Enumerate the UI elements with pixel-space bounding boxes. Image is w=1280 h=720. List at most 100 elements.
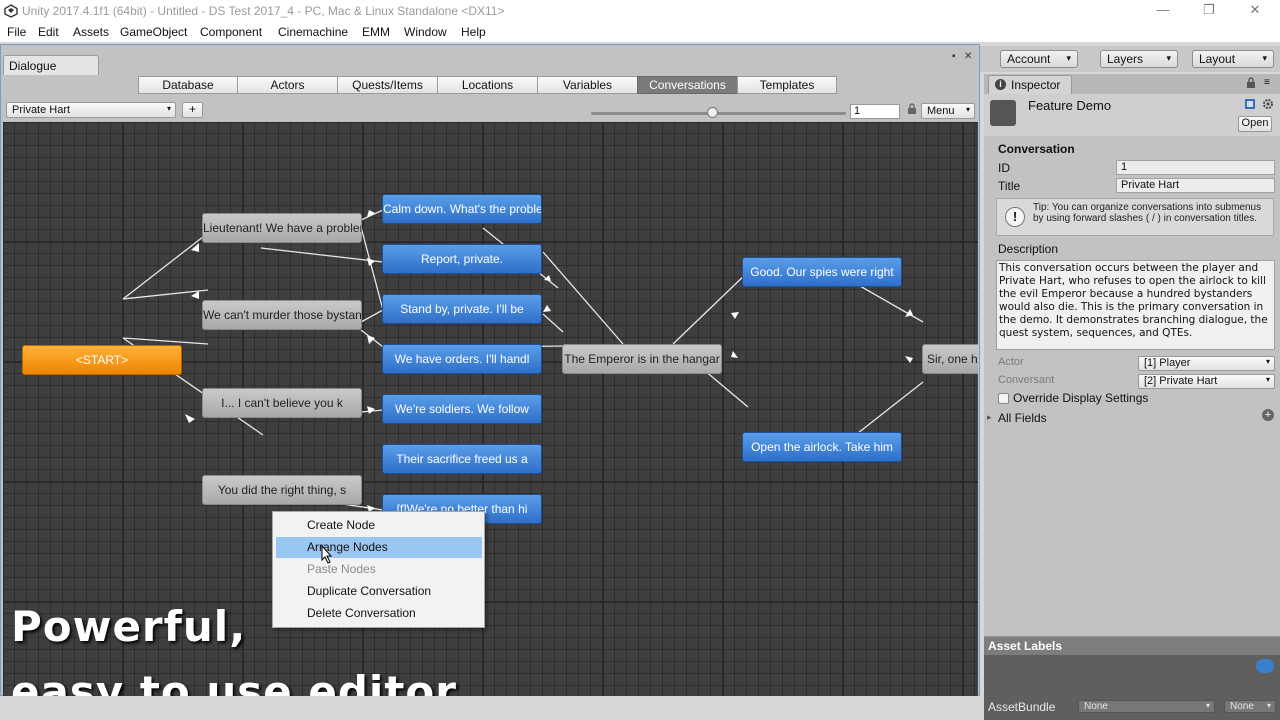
actor-dropdown[interactable]: [1] Player ▾ xyxy=(1138,356,1275,371)
tab-locations[interactable]: Locations xyxy=(437,76,538,94)
tip-text: Tip: You can organize conversations into… xyxy=(1033,202,1262,224)
response-node[interactable]: We're soldiers. We follow xyxy=(382,394,542,424)
zoom-slider-thumb[interactable] xyxy=(707,107,718,118)
start-node[interactable]: <START> xyxy=(22,345,182,375)
title-field[interactable]: Private Hart xyxy=(1116,178,1275,193)
account-label: Account xyxy=(1007,52,1051,66)
actor-value: [1] Player xyxy=(1144,357,1191,369)
tab-quests-items[interactable]: Quests/Items xyxy=(337,76,438,94)
layers-label: Layers xyxy=(1107,52,1144,66)
conversant-dropdown[interactable]: [2] Private Hart ▾ xyxy=(1138,374,1275,389)
add-conversation-button[interactable]: + xyxy=(182,102,203,118)
tab-database[interactable]: Database xyxy=(138,76,238,94)
dialogue-node[interactable]: You did the right thing, s xyxy=(202,475,362,505)
id-label: ID xyxy=(998,161,1010,175)
layers-dropdown[interactable]: Layers ▾ xyxy=(1100,50,1178,68)
caption-line-1: Powerful, xyxy=(11,602,247,651)
lock-icon[interactable] xyxy=(907,103,917,115)
menu-item-paste-nodes: Paste Nodes xyxy=(307,562,376,576)
menu-cinemachine[interactable]: Cinemachine xyxy=(278,25,348,39)
tip-box: ! Tip: You can organize conversations in… xyxy=(996,198,1274,236)
window-titlebar: Unity 2017.4.1f1 (64bit) - Untitled - DS… xyxy=(0,0,1280,22)
override-display-checkbox[interactable] xyxy=(998,393,1009,404)
variant-dropdown[interactable]: None ▾ xyxy=(1224,700,1276,713)
minimize-button[interactable]: — xyxy=(1143,2,1183,20)
asset-name: Feature Demo xyxy=(1028,98,1112,113)
account-dropdown[interactable]: Account ▾ xyxy=(1000,50,1078,68)
window-close-icon[interactable]: ✕ xyxy=(964,51,972,62)
dialogue-node[interactable]: I... I can't believe you k xyxy=(202,388,362,418)
response-node[interactable]: Calm down. What's the problem xyxy=(382,194,542,224)
node-canvas[interactable]: <START> Lieutenant! We have a problem We… xyxy=(3,122,978,696)
menu-assets[interactable]: Assets xyxy=(73,25,109,39)
lock-icon[interactable] xyxy=(1246,77,1256,89)
tab-actors[interactable]: Actors xyxy=(237,76,338,94)
assetbundle-dropdown[interactable]: None ▾ xyxy=(1078,700,1215,713)
inspector-header: Feature Demo Open xyxy=(984,94,1280,136)
zoom-slider[interactable] xyxy=(591,112,846,115)
menu-gameobject[interactable]: GameObject xyxy=(120,25,187,39)
response-node[interactable]: Stand by, private. I'll be xyxy=(382,294,542,324)
close-button[interactable]: ✕ xyxy=(1235,2,1275,20)
response-node[interactable]: Their sacrifice freed us a xyxy=(382,444,542,474)
dialogue-node[interactable]: The Emperor is in the hangar xyxy=(562,344,722,374)
dialogue-node[interactable]: Sir, one h xyxy=(922,344,978,374)
tab-templates[interactable]: Templates xyxy=(737,76,837,94)
tab-conversations[interactable]: Conversations xyxy=(637,76,738,94)
menubar: File Edit Assets GameObject Component Ci… xyxy=(0,22,1280,42)
dialogue-window-tab[interactable]: Dialogue xyxy=(3,55,99,75)
menu-window[interactable]: Window xyxy=(404,25,447,39)
add-field-icon[interactable]: + xyxy=(1262,409,1274,421)
menu-dropdown[interactable]: Menu ▾ xyxy=(921,103,975,119)
inspector-panel: i Inspector ≡ Feature Demo Open Conversat… xyxy=(984,74,1280,636)
chevron-down-icon: ▾ xyxy=(1205,701,1210,710)
unity-logo-icon xyxy=(4,4,18,18)
foldout-arrow-icon[interactable]: ▸ xyxy=(987,412,992,423)
dialogue-node[interactable]: We can't murder those bystanders xyxy=(202,300,362,330)
menu-emm[interactable]: EMM xyxy=(362,25,390,39)
menu-item-delete-conversation[interactable]: Delete Conversation xyxy=(276,603,482,624)
response-node[interactable]: We have orders. I'll handl xyxy=(382,344,542,374)
info-icon: i xyxy=(995,79,1006,90)
actor-label: Actor xyxy=(998,356,1024,368)
menu-item-duplicate-conversation[interactable]: Duplicate Conversation xyxy=(276,581,482,602)
zoom-field[interactable]: 1 xyxy=(850,104,900,119)
dialogue-node[interactable]: Lieutenant! We have a problem xyxy=(202,213,362,243)
gear-icon[interactable] xyxy=(1262,98,1274,110)
restore-button[interactable]: ❐ xyxy=(1189,2,1229,20)
open-button[interactable]: Open xyxy=(1238,116,1272,132)
assetbundle-value: None xyxy=(1084,701,1108,712)
inspector-tab[interactable]: i Inspector xyxy=(988,75,1072,94)
layout-label: Layout xyxy=(1199,52,1236,66)
window-menu-icon[interactable]: ▪ xyxy=(952,51,956,62)
id-field[interactable]: 1 xyxy=(1116,160,1275,175)
tag-icon[interactable] xyxy=(1256,659,1274,673)
unity-toolbar: Account ▾ Layers ▾ Layout ▾ xyxy=(978,46,1280,72)
asset-labels-header: Asset Labels xyxy=(984,637,1280,655)
menu-component[interactable]: Component xyxy=(200,25,262,39)
menu-help[interactable]: Help xyxy=(461,25,486,39)
response-node[interactable]: Good. Our spies were right xyxy=(742,257,902,287)
description-textarea[interactable]: This conversation occurs between the pla… xyxy=(996,260,1275,350)
warning-icon: ! xyxy=(1005,207,1025,227)
help-book-icon[interactable] xyxy=(1244,98,1256,110)
response-node[interactable]: Report, private. xyxy=(382,244,542,274)
menu-file[interactable]: File xyxy=(7,25,26,39)
dialogue-editor-window: Dialogue ▪ ✕ Database Actors Quests/Item… xyxy=(0,44,980,696)
all-fields-foldout[interactable]: All Fields xyxy=(998,411,1047,425)
chevron-down-icon: ▾ xyxy=(1066,53,1071,63)
context-menu: Create Node Arrange Nodes Paste Nodes Du… xyxy=(272,511,485,628)
panel-menu-icon[interactable]: ≡ xyxy=(1264,77,1276,89)
menu-item-arrange-nodes[interactable]: Arrange Nodes xyxy=(276,537,482,558)
menu-edit[interactable]: Edit xyxy=(38,25,59,39)
chevron-down-icon: ▾ xyxy=(1265,375,1270,384)
assetbundle-label: AssetBundle xyxy=(988,700,1056,714)
layout-dropdown[interactable]: Layout ▾ xyxy=(1192,50,1274,68)
tab-variables[interactable]: Variables xyxy=(537,76,638,94)
menu-item-create-node[interactable]: Create Node xyxy=(276,515,482,536)
response-node[interactable]: Open the airlock. Take him xyxy=(742,432,902,462)
dialogue-tab-row: Dialogue ▪ ✕ xyxy=(1,51,979,75)
conversation-select[interactable]: Private Hart ▾ xyxy=(6,102,176,118)
title-label: Title xyxy=(998,179,1021,193)
chevron-down-icon: ▾ xyxy=(166,104,171,113)
